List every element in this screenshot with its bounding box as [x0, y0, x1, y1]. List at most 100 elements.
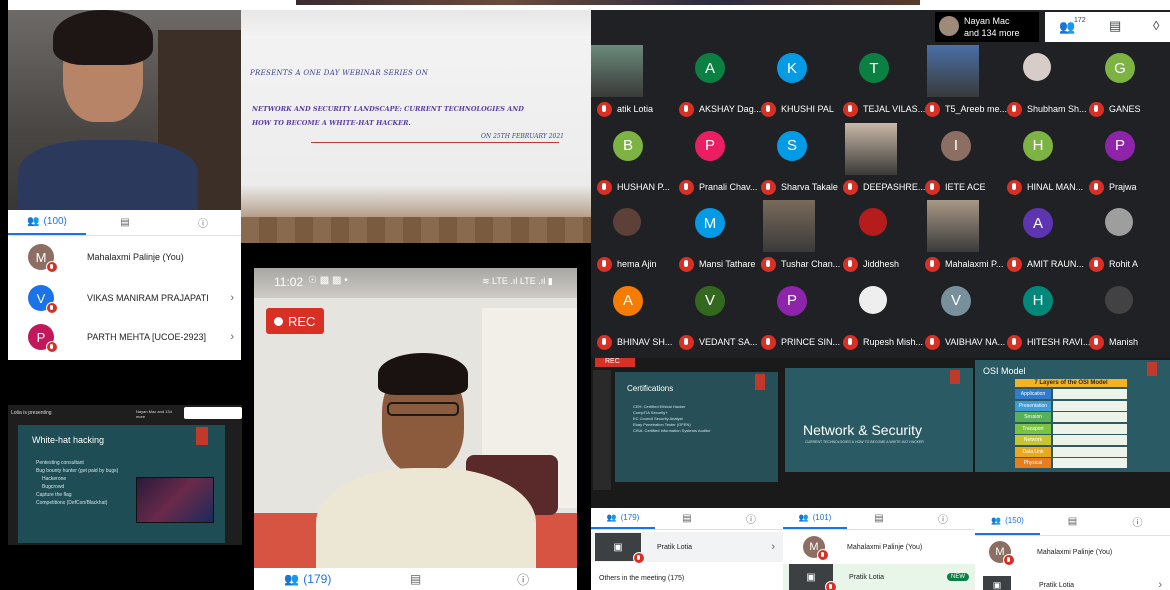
tab-info[interactable]: ⓘ	[469, 568, 577, 590]
mini-toolbar	[184, 407, 242, 419]
rec-label: REC	[288, 313, 316, 329]
participant-avatar	[1105, 208, 1133, 236]
people-icon: 👥	[798, 513, 809, 522]
osi-layer-label: Network	[1015, 435, 1051, 445]
osi-layer-row: Network	[1015, 435, 1127, 445]
network-slide: Network & Security CURRENT TECHNOLOGIES …	[785, 368, 973, 472]
participant-tile[interactable]: G GANES	[1083, 47, 1170, 119]
slide-image	[136, 477, 214, 523]
mic-off-icon	[925, 334, 940, 350]
participants-panel-b3: 👥 (150) ▤ ⓘ M Mahalaxmi Palinje (You) ▣ …	[975, 508, 1170, 590]
chat-icon: ▤	[874, 513, 884, 524]
participant-row[interactable]: ▣ Pratik Lotia ›	[591, 532, 783, 564]
meet-grid: Nayan Mac and 134 more 👥 172 ▤ ◊ atik Lo…	[591, 10, 1170, 358]
tab-chat[interactable]: ▤	[1040, 508, 1105, 535]
participant-name: HUSHAN P...	[617, 181, 670, 192]
osi-layer-label: Session	[1015, 412, 1051, 422]
avatar: M	[989, 541, 1015, 566]
people-count: (179)	[620, 513, 640, 522]
participant-name: Manish	[1109, 336, 1139, 347]
participant-name: atik Lotia	[617, 104, 654, 114]
ppt-slide-tile: REC Certifications CEH: Certified Ethica…	[591, 358, 783, 508]
tab-chat[interactable]: ▤	[847, 508, 911, 529]
participant-row[interactable]: ▣ Pratik Lotia NEW	[783, 564, 975, 590]
mic-off-icon	[1007, 102, 1022, 117]
mic-off-icon	[46, 341, 58, 353]
mic-off-icon	[843, 257, 858, 272]
osi-layer-label: Physical	[1015, 458, 1051, 468]
participant-row[interactable]: M Mahalaxmi Palinje (You)	[975, 540, 1170, 566]
chevron-right-icon[interactable]: ›	[230, 331, 234, 343]
participant-name: Shubham Sh...	[1027, 104, 1087, 114]
participant-name: VEDANT SA...	[699, 336, 758, 347]
tab-people[interactable]: 👥 (150)	[975, 508, 1040, 535]
tab-info[interactable]: ⓘ	[911, 508, 975, 529]
chevron-right-icon[interactable]: ›	[1158, 579, 1162, 590]
slide-presents-text: PRESENTS A ONE DAY WEBINAR SERIES ON	[250, 69, 429, 77]
osi-layer-description	[1053, 400, 1127, 411]
tab-chat[interactable]: ▤	[655, 508, 719, 529]
panel-tabs: 👥 (101) ▤ ⓘ	[783, 508, 975, 530]
participant-tile[interactable]: Manish	[1083, 280, 1170, 352]
slide-bullets: CEH: Certified Ethical Hacker CompTIA Se…	[633, 404, 763, 434]
participant-avatar: T	[859, 53, 889, 83]
host-more: and 134 more	[964, 28, 1020, 38]
mic-off-icon	[679, 179, 694, 195]
participant-row[interactable]: P PARTH MEHTA [UCOE-2923] ›	[8, 323, 242, 353]
info-icon: ⓘ	[517, 572, 530, 587]
participant-video	[845, 122, 897, 175]
rec-badge[interactable]: REC	[266, 308, 324, 334]
participant-name: IETE ACE	[945, 181, 986, 192]
participant-avatar: B	[613, 130, 643, 161]
participant-avatar: S	[777, 130, 807, 161]
osi-layer-label: Data Link	[1015, 446, 1051, 457]
slide-subtitle: CURRENT TECHNOLOGIES & HOW TO BECOME A W…	[805, 440, 924, 444]
people-icon[interactable]: 👥	[1059, 19, 1075, 35]
mic-off-icon	[1007, 179, 1022, 195]
participant-row[interactable]: V VIKAS MANIRAM PRAJAPATI ›	[8, 284, 242, 314]
activities-icon[interactable]: ◊	[1153, 18, 1159, 33]
tab-people[interactable]: 👥 (179)	[254, 568, 362, 590]
mic-off-icon	[46, 302, 58, 314]
mic-off-icon	[1007, 334, 1022, 350]
participant-name: Mansi Tathare	[699, 259, 756, 269]
mic-off-icon	[817, 549, 829, 561]
participant-name: GANES	[1109, 104, 1141, 114]
status-time: 11:02	[274, 275, 304, 289]
people-count: (100)	[43, 216, 67, 227]
tab-info[interactable]: ⓘ	[1105, 508, 1170, 535]
meet-header-actions: 👥 172 ▤ ◊	[1045, 12, 1170, 42]
participant-row[interactable]: M Mahalaxmi Palinje (You)	[783, 535, 975, 561]
participant-avatar: A	[613, 285, 643, 316]
tab-people[interactable]: 👥 (100)	[8, 210, 86, 235]
participant-tile[interactable]: Rohit A	[1083, 202, 1170, 274]
panel-tabs: 👥 (179) ▤ ⓘ	[254, 568, 577, 590]
participant-avatar: P	[777, 285, 807, 316]
participant-name: VAIBHAV NA...	[945, 336, 1006, 347]
mic-off-icon	[597, 179, 612, 195]
tab-chat[interactable]: ▤	[362, 568, 470, 590]
webinar-title-slide: PRESENTS A ONE DAY WEBINAR SERIES ON NET…	[241, 10, 591, 243]
people-count: (101)	[812, 513, 832, 522]
tab-info[interactable]: ⓘ	[164, 210, 242, 235]
participant-row[interactable]: ▣ Pratik Lotia ›	[975, 574, 1170, 590]
mic-off-icon	[925, 257, 940, 272]
chat-icon[interactable]: ▤	[1109, 18, 1121, 34]
participant-tile[interactable]: P Prajwa	[1083, 125, 1170, 197]
people-icon: 👥	[991, 516, 1002, 525]
participant-name: Rohit A	[1109, 259, 1139, 269]
chevron-right-icon[interactable]: ›	[230, 292, 234, 304]
bullet-item: Capture the flag	[36, 492, 72, 498]
tab-people[interactable]: 👥 (101)	[783, 508, 847, 529]
participant-avatar	[859, 285, 887, 314]
presentation-icon: ▣	[595, 533, 645, 564]
tab-chat[interactable]: ▤	[86, 210, 164, 235]
mic-off-icon	[1003, 554, 1015, 566]
osi-layer-description	[1053, 458, 1127, 468]
tab-people[interactable]: 👥 (179)	[591, 508, 655, 529]
tab-info[interactable]: ⓘ	[719, 508, 783, 529]
osi-layer-description	[1053, 412, 1127, 422]
participant-row[interactable]: M Mahalaxmi Palinje (You)	[8, 243, 242, 273]
participant-name: DEEPASHRE...	[863, 181, 926, 192]
chevron-right-icon[interactable]: ›	[771, 541, 775, 553]
